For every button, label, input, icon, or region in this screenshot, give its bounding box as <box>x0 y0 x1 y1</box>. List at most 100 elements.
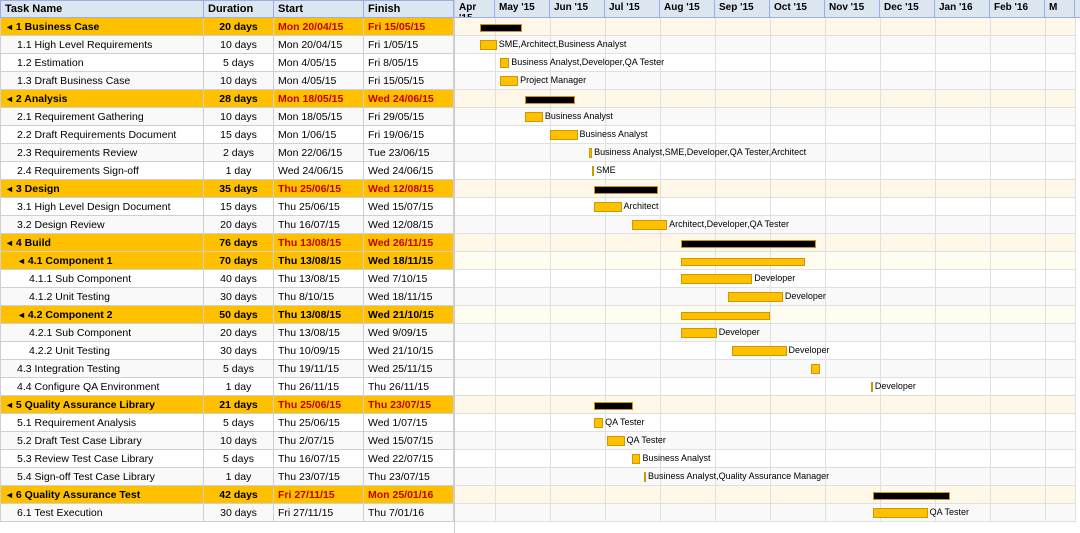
gantt-row <box>455 252 1075 270</box>
bar-label: Developer <box>875 381 916 391</box>
gantt-bar <box>500 58 509 68</box>
table-row: 1.1 High Level Requirements10 daysMon 20… <box>1 36 454 54</box>
gantt-bar <box>681 258 805 266</box>
task-name-cell: 3.1 High Level Design Document <box>1 198 204 216</box>
duration-cell: 5 days <box>204 450 274 468</box>
table-row: 4.1.1 Sub Component40 daysThu 13/08/15We… <box>1 270 454 288</box>
finish-cell: Wed 7/10/15 <box>364 270 454 288</box>
bar-label: Developer <box>719 327 760 337</box>
gantt-month-label: Jul '15 <box>605 0 660 17</box>
bar-label: QA Tester <box>930 507 969 517</box>
gantt-month-label: Dec '15 <box>880 0 935 17</box>
gantt-month-label: Aug '15 <box>660 0 715 17</box>
bar-label: Project Manager <box>520 75 586 85</box>
bar-label: Developer <box>789 345 830 355</box>
task-name-cell: ◄3 Design <box>1 180 204 198</box>
duration-cell: 76 days <box>204 234 274 252</box>
gantt-row: Developer <box>455 270 1075 288</box>
duration-cell: 10 days <box>204 432 274 450</box>
gantt-row: QA Tester <box>455 432 1075 450</box>
gantt-row <box>455 234 1075 252</box>
duration-cell: 42 days <box>204 486 274 504</box>
start-cell: Thu 25/06/15 <box>274 414 364 432</box>
gantt-bar <box>594 202 622 212</box>
task-name-cell: 4.2.1 Sub Component <box>1 324 204 342</box>
task-name-cell: 5.3 Review Test Case Library <box>1 450 204 468</box>
task-name-cell: 5.2 Draft Test Case Library <box>1 432 204 450</box>
gantt-bar <box>681 274 752 284</box>
start-cell: Thu 16/07/15 <box>274 450 364 468</box>
gantt-row: SME,Architect,Business Analyst <box>455 36 1075 54</box>
start-cell: Fri 27/11/15 <box>274 486 364 504</box>
duration-cell: 5 days <box>204 54 274 72</box>
col-duration: Duration <box>204 1 274 18</box>
table-row: 6.1 Test Execution30 daysFri 27/11/15Thu… <box>1 504 454 522</box>
gantt-month-label: Sep '15 <box>715 0 770 17</box>
finish-cell: Fri 8/05/15 <box>364 54 454 72</box>
table-row: ◄4 Build76 daysThu 13/08/15Wed 26/11/15 <box>1 234 454 252</box>
gantt-month-label: Jan '16 <box>935 0 990 17</box>
task-name-cell: 2.4 Requirements Sign-off <box>1 162 204 180</box>
table-row: 5.1 Requirement Analysis5 daysThu 25/06/… <box>1 414 454 432</box>
task-name-cell: 6.1 Test Execution <box>1 504 204 522</box>
duration-cell: 5 days <box>204 360 274 378</box>
gantt-row <box>455 396 1075 414</box>
gantt-chart: Apr '15May '15Jun '15Jul '15Aug '15Sep '… <box>455 0 1080 533</box>
duration-cell: 10 days <box>204 72 274 90</box>
table-row: ◄3 Design35 daysThu 25/06/15Wed 12/08/15 <box>1 180 454 198</box>
task-name-cell: ◄6 Quality Assurance Test <box>1 486 204 504</box>
start-cell: Thu 13/08/15 <box>274 270 364 288</box>
start-cell: Thu 13/08/15 <box>274 324 364 342</box>
finish-cell: Fri 15/05/15 <box>364 72 454 90</box>
start-cell: Mon 1/06/15 <box>274 126 364 144</box>
duration-cell: 30 days <box>204 288 274 306</box>
finish-cell: Wed 21/10/15 <box>364 306 454 324</box>
duration-cell: 5 days <box>204 414 274 432</box>
finish-cell: Thu 23/07/15 <box>364 468 454 486</box>
start-cell: Mon 4/05/15 <box>274 54 364 72</box>
bar-label: Business Analyst,SME,Developer,QA Tester… <box>594 147 806 157</box>
gantt-row: Developer <box>455 288 1075 306</box>
gantt-bar <box>732 346 787 356</box>
duration-cell: 70 days <box>204 252 274 270</box>
finish-cell: Fri 15/05/15 <box>364 18 454 36</box>
table-row: 2.2 Draft Requirements Document15 daysMo… <box>1 126 454 144</box>
finish-cell: Wed 26/11/15 <box>364 234 454 252</box>
start-cell: Fri 27/11/15 <box>274 504 364 522</box>
task-name-cell: ◄4.1 Component 1 <box>1 252 204 270</box>
table-header: Task Name Duration Start Finish <box>1 1 454 18</box>
table-row: ◄4.2 Component 250 daysThu 13/08/15Wed 2… <box>1 306 454 324</box>
gantt-row <box>455 180 1075 198</box>
finish-cell: Wed 12/08/15 <box>364 216 454 234</box>
task-name-cell: ◄4 Build <box>1 234 204 252</box>
gantt-bar <box>632 454 641 464</box>
gantt-row: Business Analyst,Quality Assurance Manag… <box>455 468 1075 486</box>
duration-cell: 20 days <box>204 18 274 36</box>
task-name-cell: ◄2 Analysis <box>1 90 204 108</box>
duration-cell: 10 days <box>204 36 274 54</box>
gantt-row: Developer <box>455 324 1075 342</box>
gantt-bar <box>681 312 770 320</box>
gantt-row: Business Analyst,SME,Developer,QA Tester… <box>455 144 1075 162</box>
gantt-month-label: Apr '15 <box>455 0 495 17</box>
gantt-bar <box>873 508 928 518</box>
duration-cell: 20 days <box>204 324 274 342</box>
gantt-row <box>455 360 1075 378</box>
gantt-bar <box>644 472 646 482</box>
bar-label: Architect,Developer,QA Tester <box>669 219 789 229</box>
gantt-month-label: Jun '15 <box>550 0 605 17</box>
start-cell: Mon 18/05/15 <box>274 90 364 108</box>
finish-cell: Wed 18/11/15 <box>364 252 454 270</box>
duration-cell: 1 day <box>204 162 274 180</box>
bar-label: QA Tester <box>627 435 666 445</box>
bar-label: QA Tester <box>605 417 644 427</box>
task-name-cell: ◄4.2 Component 2 <box>1 306 204 324</box>
gantt-row: Business Analyst <box>455 108 1075 126</box>
gantt-bar <box>811 364 820 374</box>
gantt-bar <box>594 402 633 410</box>
col-start: Start <box>274 1 364 18</box>
gantt-row: Developer <box>455 378 1075 396</box>
table-row: 4.1.2 Unit Testing30 daysThu 8/10/15Wed … <box>1 288 454 306</box>
task-name-cell: 3.2 Design Review <box>1 216 204 234</box>
table-row: 1.2 Estimation5 daysMon 4/05/15Fri 8/05/… <box>1 54 454 72</box>
